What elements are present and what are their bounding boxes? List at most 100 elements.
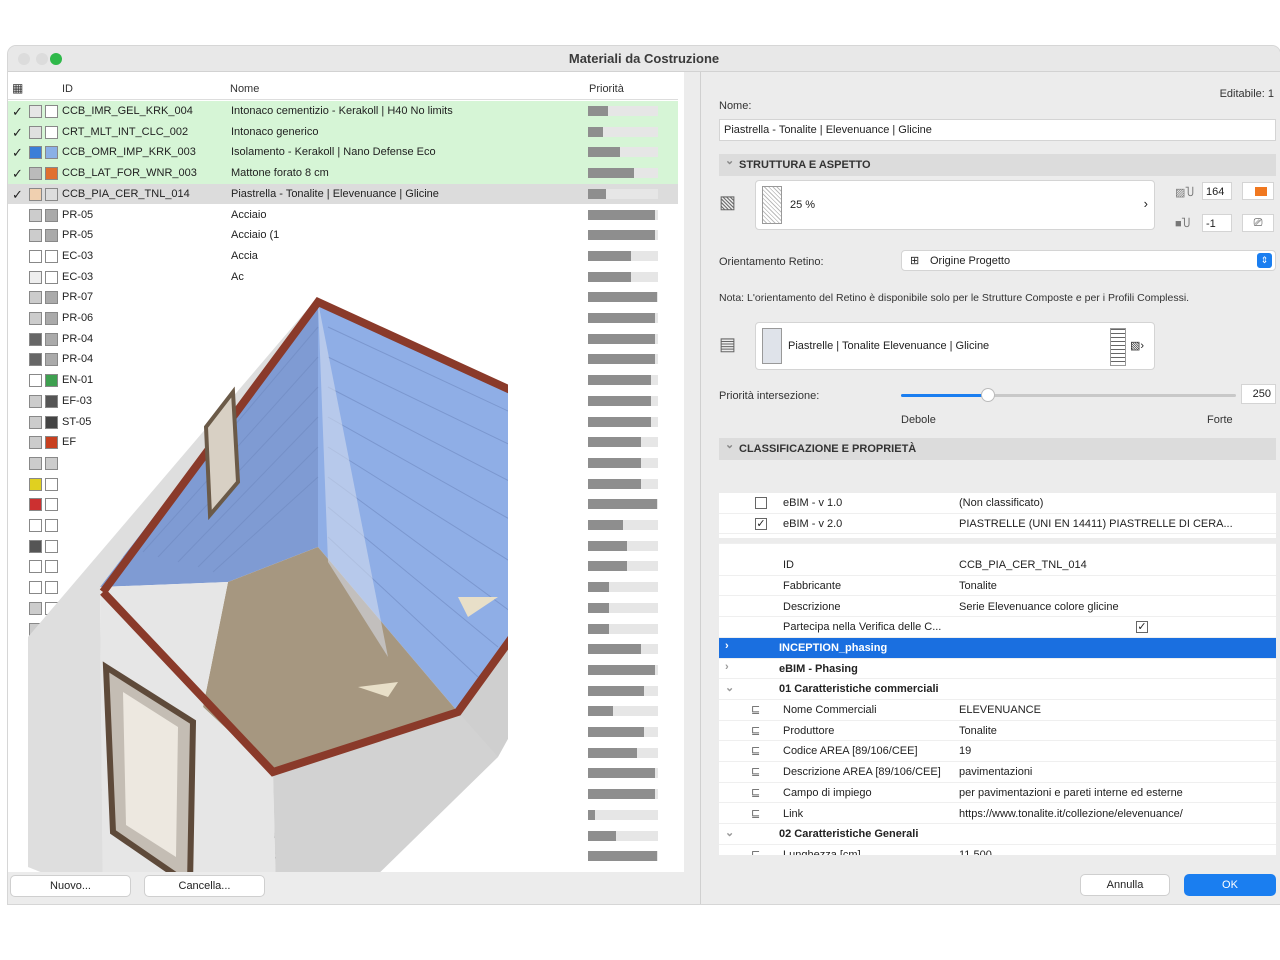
- section-classification-properties[interactable]: CLASSIFICAZIONE E PROPRIETÀ: [719, 434, 1276, 460]
- material-row[interactable]: PR-05 Acciaio: [8, 205, 678, 226]
- material-row[interactable]: ✓ CCB_PIA_CER_TNL_014 Piastrella - Tonalit…: [8, 183, 678, 205]
- priority-bar: [588, 250, 658, 261]
- property-key: Link: [783, 807, 804, 820]
- property-row[interactable]: ⊑ Nome Commerciali ELEVENUANCE: [719, 700, 1276, 721]
- priority-bar-fill: [588, 209, 655, 220]
- ok-button[interactable]: OK: [1184, 874, 1276, 896]
- pen-color-field[interactable]: [1242, 182, 1274, 200]
- property-row[interactable]: eBIM - v 1.0 (Non classificato): [719, 493, 1276, 514]
- material-row[interactable]: EC-03 Ac: [8, 267, 678, 288]
- material-name: Accia: [231, 249, 258, 262]
- property-row[interactable]: ⊑ Codice AREA [89/106/CEE] 19: [719, 741, 1276, 763]
- chevron-down-icon: ⌄: [725, 682, 735, 695]
- priority-bar-fill: [588, 540, 627, 551]
- property-row[interactable]: › INCEPTION_phasing: [719, 637, 1276, 659]
- material-row[interactable]: EC-03 Accia: [8, 246, 678, 267]
- property-row[interactable]: ⊑ Campo di impiego per pavimentazioni e pa…: [719, 783, 1276, 804]
- property-row[interactable]: ID CCB_PIA_CER_TNL_014: [719, 555, 1276, 576]
- priority-bar-fill: [588, 830, 616, 841]
- property-row[interactable]: ⌄ 01 Caratteristiche commerciali: [719, 679, 1276, 700]
- material-id: EC-03: [62, 249, 94, 262]
- chevron-right-icon: ›: [725, 639, 729, 652]
- list-settings-icon[interactable]: ▦: [12, 81, 23, 95]
- editable-status: Editabile: 1: [1219, 88, 1274, 100]
- property-row[interactable]: Fabbricante Tonalite: [719, 576, 1276, 597]
- cut-fill-selector[interactable]: 25 % ›: [755, 180, 1155, 230]
- priority-bar: [588, 292, 658, 303]
- property-icon: ⊑: [751, 724, 761, 737]
- priority-bar-fill: [588, 313, 655, 323]
- property-row[interactable]: ⊑ Link https://www.tonalite.it/collezione/…: [719, 804, 1276, 825]
- priority-value-field[interactable]: 250: [1241, 384, 1276, 404]
- property-icon: ⊑: [751, 807, 761, 820]
- material-id: CRT_MLT_INT_CLC_002: [62, 125, 189, 138]
- priority-bar-fill: [588, 851, 657, 862]
- monitor-icon[interactable]: ⎚: [1242, 214, 1274, 232]
- check-icon[interactable]: ✓: [12, 166, 24, 182]
- material-id: PR-05: [62, 208, 94, 221]
- column-name-header[interactable]: Nome: [230, 83, 259, 95]
- priority-slider-knob[interactable]: [981, 388, 996, 402]
- texture-settings-icon: ▧›: [1130, 340, 1145, 352]
- pen-number-field[interactable]: 164: [1202, 182, 1232, 200]
- property-row[interactable]: Descrizione Serie Elevenuance colore glic…: [719, 597, 1276, 618]
- property-row[interactable]: [719, 538, 1276, 545]
- section-structure-appearance[interactable]: STRUTTURA E ASPETTO: [719, 150, 1276, 176]
- check-icon[interactable]: ✓: [12, 145, 24, 161]
- column-priority-header[interactable]: Priorità: [589, 83, 624, 95]
- list-footer: Nuovo... Cancella...: [8, 872, 684, 904]
- property-row[interactable]: ✓ Partecipa nella Verifica delle C...: [719, 617, 1276, 638]
- priority-bar-fill: [588, 602, 609, 613]
- priority-bar: [588, 706, 658, 717]
- cut-fill-swatch: [29, 208, 42, 222]
- classification-checkbox[interactable]: ✓: [755, 517, 767, 530]
- priority-bar-fill: [588, 106, 608, 116]
- new-material-button[interactable]: Nuovo...: [10, 875, 131, 897]
- cut-fill-swatch: [29, 249, 42, 263]
- check-icon[interactable]: ✓: [12, 104, 24, 120]
- property-row[interactable]: ⊑ Lunghezza [cm] 11,500: [719, 845, 1276, 855]
- priority-bar: [588, 727, 658, 737]
- material-name: Isolamento - Kerakoll | Nano Defense Eco: [231, 146, 436, 159]
- name-field-value: Piastrella - Tonalite | Elevenuance | Gl…: [724, 124, 932, 136]
- material-row[interactable]: ✓ CCB_OMR_IMP_KRK_003 Isolamento - Kerakol…: [8, 142, 678, 164]
- material-id: CCB_PIA_CER_TNL_014: [62, 187, 190, 200]
- property-row[interactable]: ✓ eBIM - v 2.0 PIASTRELLE (UNI EN 14411) P…: [719, 514, 1276, 535]
- material-row[interactable]: ✓ CCB_IMR_GEL_KRK_004 Intonaco cementizio …: [8, 101, 678, 122]
- priority-slider[interactable]: [901, 388, 1236, 402]
- material-id: EC-03: [62, 270, 94, 283]
- cancel-button[interactable]: Annulla: [1080, 874, 1170, 896]
- column-id-header[interactable]: ID: [62, 83, 73, 95]
- material-row[interactable]: ✓ CRT_MLT_INT_CLC_002 Intonaco generico: [8, 121, 678, 143]
- material-row[interactable]: ✓ CCB_LAT_FOR_WNR_003 Mattone forato 8 cm: [8, 163, 678, 184]
- orientation-dropdown[interactable]: ⊞ Origine Progetto ⇕: [901, 250, 1276, 271]
- property-row[interactable]: ⌄ 02 Caratteristiche Generali: [719, 824, 1276, 845]
- cut-fill-swatch: [29, 270, 42, 284]
- priority-bar: [588, 437, 658, 448]
- property-checkbox[interactable]: ✓: [1136, 621, 1148, 634]
- delete-material-button[interactable]: Cancella...: [144, 875, 265, 897]
- surface-selector[interactable]: Piastrelle | Tonalite Elevenuance | Glic…: [755, 322, 1155, 370]
- check-icon[interactable]: ✓: [12, 125, 24, 141]
- property-row[interactable]: ⊑ Produttore Tonalite: [719, 721, 1276, 742]
- window-title: Materiali da Costruzione: [568, 51, 720, 66]
- priority-bar-fill: [588, 271, 632, 282]
- property-row[interactable]: ⊑ Descrizione AREA [89/106/CEE] pavimentaz…: [719, 762, 1276, 783]
- name-label: Nome:: [719, 100, 752, 112]
- name-field[interactable]: Piastrella - Tonalite | Elevenuance | Gl…: [719, 119, 1276, 141]
- material-name: Acciaio (1: [231, 229, 280, 242]
- priority-bar: [588, 478, 658, 489]
- surface-swatch: [45, 125, 58, 139]
- priority-bar: [588, 375, 658, 386]
- property-row[interactable]: › eBIM - Phasing: [719, 659, 1276, 680]
- priority-bar: [588, 664, 658, 675]
- background-pen-field[interactable]: -1: [1202, 214, 1232, 232]
- material-row[interactable]: PR-05 Acciaio (1: [8, 225, 678, 246]
- priority-bar: [588, 644, 658, 655]
- property-value: PIASTRELLE (UNI EN 14411) PIASTRELLE DI …: [959, 517, 1233, 530]
- classification-checkbox[interactable]: [755, 497, 767, 509]
- property-value: per pavimentazioni e pareti interne ed e…: [959, 786, 1183, 799]
- priority-bar-fill: [588, 437, 641, 448]
- material-name: Acciaio: [231, 208, 267, 221]
- check-icon[interactable]: ✓: [12, 187, 24, 203]
